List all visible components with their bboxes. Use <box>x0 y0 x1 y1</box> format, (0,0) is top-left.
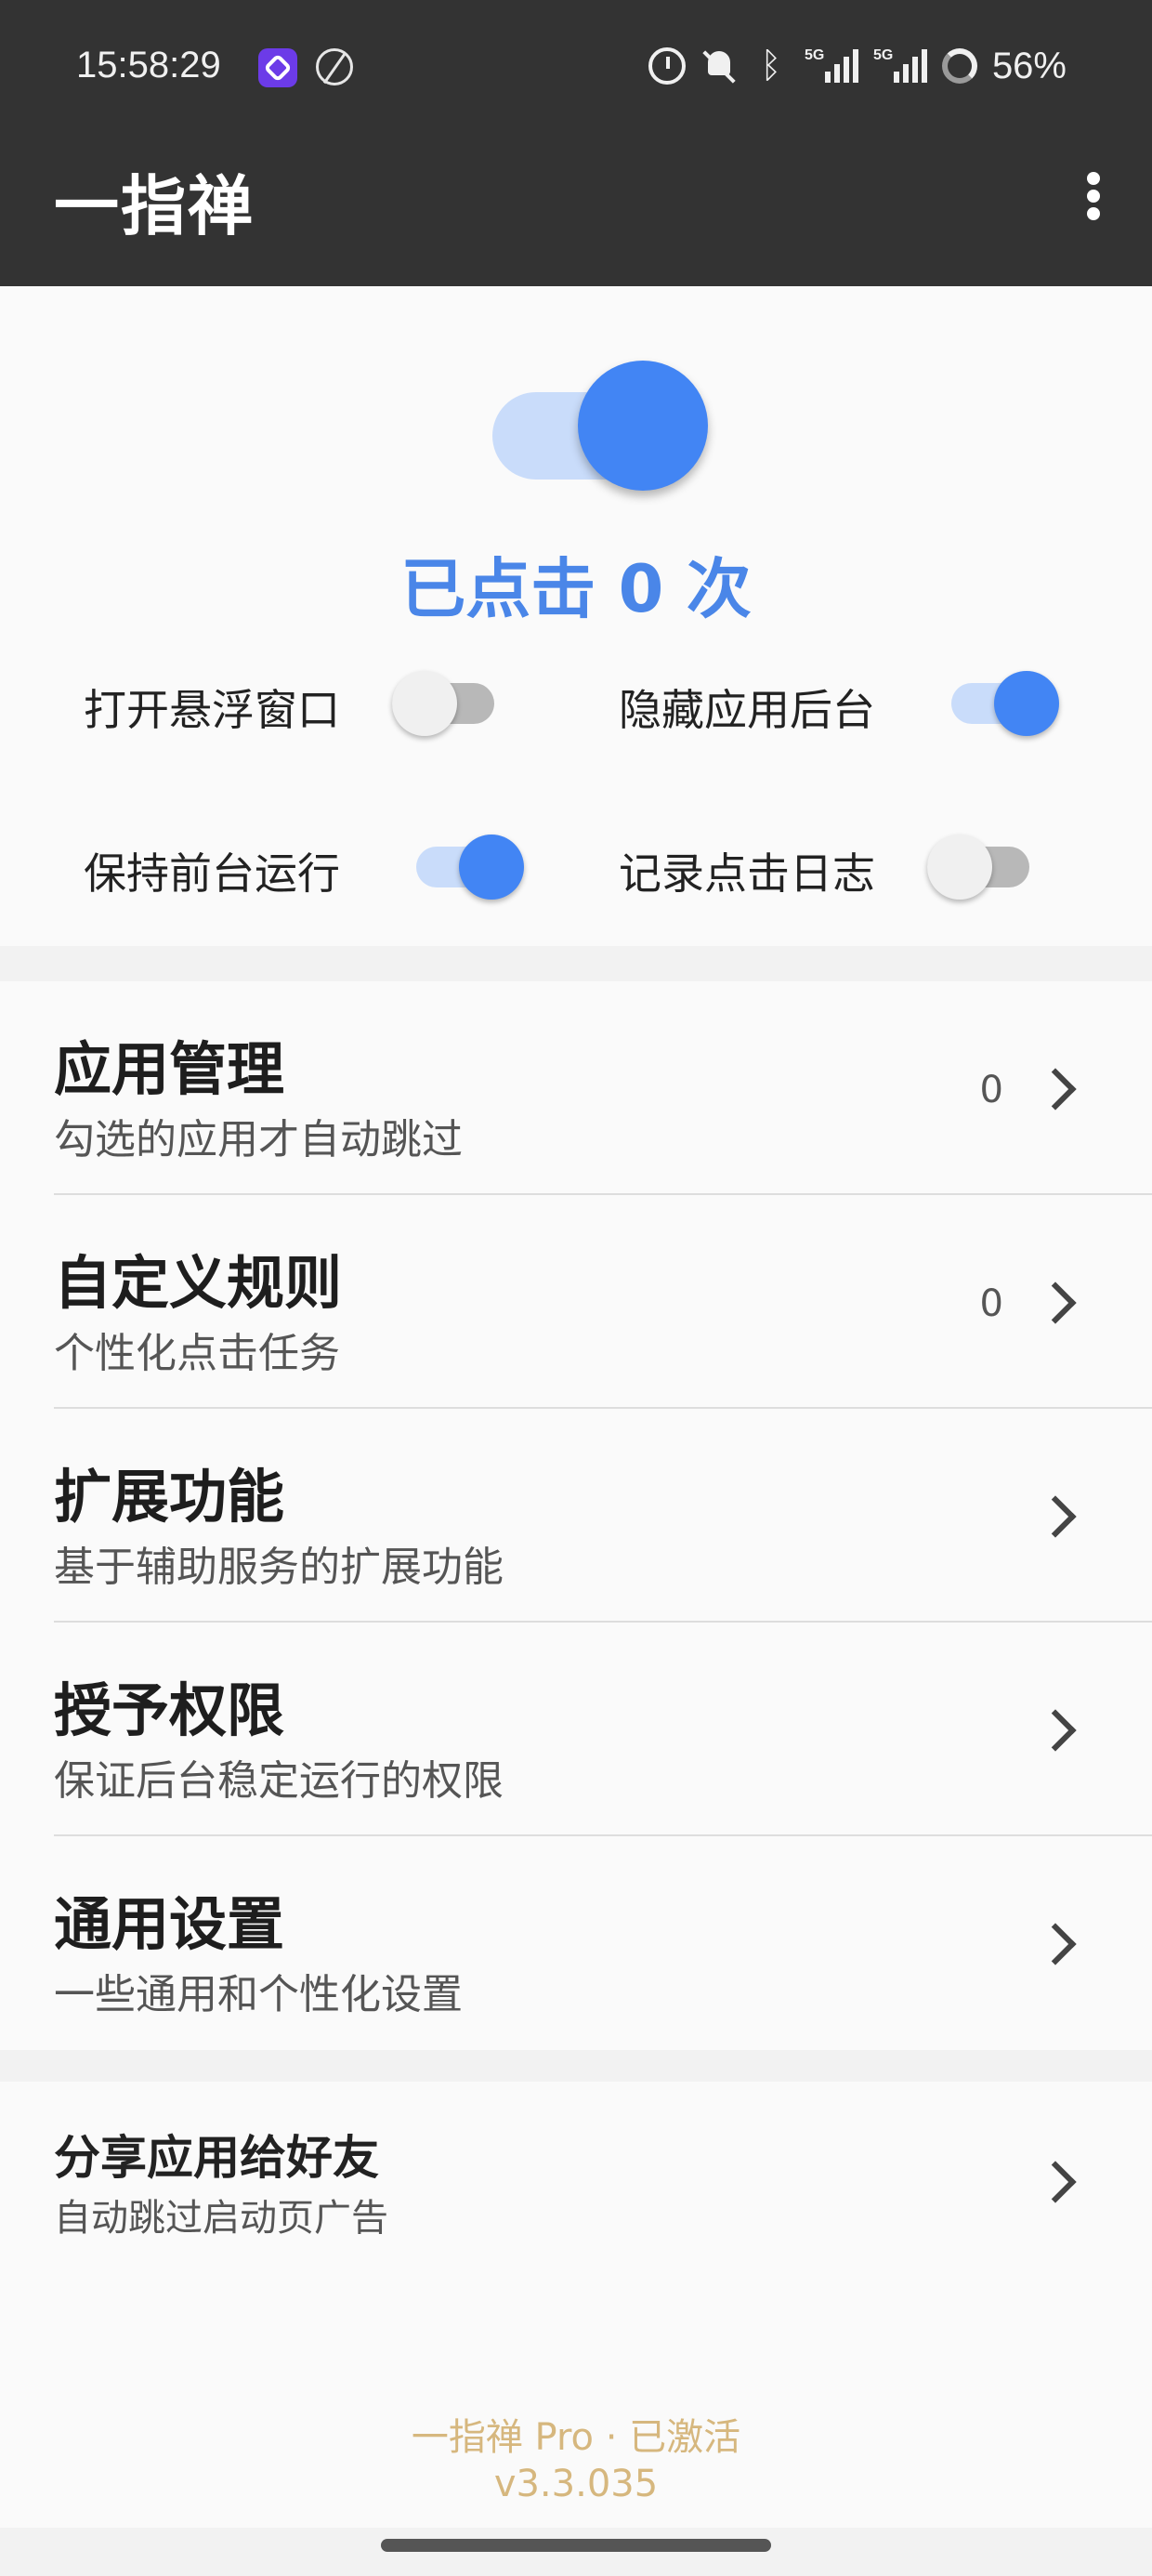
version-text: v3.3.035 <box>493 2463 659 2505</box>
status-icons: ᛒ 5G 5G 56% <box>648 43 1067 89</box>
menu-item-general-settings[interactable]: 通用设置 一些通用和个性化设置 <box>0 1836 1152 2050</box>
service-switch[interactable] <box>492 361 708 491</box>
network-type-2: 5G <box>872 47 894 63</box>
service-switch-thumb <box>578 361 708 491</box>
version-footer: 一指禅 Pro · 已激活 v3.3.035 <box>0 2414 1152 2507</box>
chevron-right-icon <box>1034 2161 1077 2203</box>
chevron-right-icon <box>1034 1281 1077 1324</box>
ad-block-icon <box>316 48 353 85</box>
menu-item-permissions[interactable]: 授予权限 保证后台稳定运行的权限 <box>0 1623 1152 1836</box>
keep-foreground-label: 保持前台运行 <box>84 848 340 899</box>
more-options-icon[interactable] <box>1080 167 1107 223</box>
gesture-nav-handle[interactable] <box>381 2539 771 2552</box>
app-title: 一指禅 <box>54 168 255 244</box>
edition-text: 一指禅 Pro · 已激活 <box>411 2416 741 2459</box>
share-title: 分享应用给好友 <box>54 2131 379 2185</box>
signal-icon-1: 5G <box>805 47 858 85</box>
floating-window-switch[interactable] <box>392 667 504 736</box>
chevron-right-icon <box>1034 1495 1077 1538</box>
settings-menu: 应用管理 勾选的应用才自动跳过 0 自定义规则 个性化点击任务 0 扩展功能 基… <box>0 981 1152 2050</box>
menu-item-extensions[interactable]: 扩展功能 基于辅助服务的扩展功能 <box>0 1409 1152 1623</box>
alarm-icon <box>648 47 686 85</box>
mute-icon <box>700 47 738 85</box>
menu-item-subtitle: 勾选的应用才自动跳过 <box>54 1116 463 1163</box>
menu-item-count: 0 <box>979 1069 1003 1111</box>
menu-item-subtitle: 保证后台稳定运行的权限 <box>54 1757 504 1805</box>
battery-icon <box>941 48 977 84</box>
network-type: 5G <box>804 47 825 63</box>
menu-item-subtitle: 基于辅助服务的扩展功能 <box>54 1544 504 1591</box>
chevron-right-icon <box>1034 1709 1077 1752</box>
chevron-right-icon <box>1034 1068 1077 1111</box>
menu-item-custom-rules[interactable]: 自定义规则 个性化点击任务 0 <box>0 1195 1152 1409</box>
menu-item-title: 自定义规则 <box>54 1249 343 1317</box>
status-bar: 15:58:29 ᛒ 5G 5G 56% <box>0 0 1152 149</box>
chevron-right-icon <box>1034 1923 1077 1965</box>
click-log-label: 记录点击日志 <box>619 848 875 899</box>
menu-item-app-management[interactable]: 应用管理 勾选的应用才自动跳过 0 <box>0 981 1152 1195</box>
menu-item-count: 0 <box>979 1282 1003 1325</box>
app-notification-icon <box>258 48 297 87</box>
menu-item-title: 应用管理 <box>54 1035 285 1103</box>
menu-item-title: 授予权限 <box>54 1676 285 1744</box>
menu-item-title: 扩展功能 <box>54 1463 285 1531</box>
signal-icon-2: 5G <box>873 47 927 85</box>
service-card: 已点击 0 次 打开悬浮窗口 隐藏应用后台 保持前台运行 记录点击日志 <box>0 286 1152 946</box>
status-time: 15:58:29 <box>76 45 221 85</box>
share-subtitle: 自动跳过启动页广告 <box>54 2197 388 2240</box>
hide-recents-switch[interactable] <box>951 667 1063 736</box>
battery-level: 56% <box>991 45 1067 86</box>
hide-recents-label: 隐藏应用后台 <box>619 685 875 735</box>
click-count-text: 已点击 0 次 <box>400 551 752 627</box>
menu-item-subtitle: 个性化点击任务 <box>54 1330 340 1377</box>
menu-item-subtitle: 一些通用和个性化设置 <box>54 1971 463 2018</box>
keep-foreground-switch[interactable] <box>416 831 528 900</box>
menu-item-title: 通用设置 <box>54 1890 285 1958</box>
bluetooth-icon: ᛒ <box>760 46 782 85</box>
click-log-switch[interactable] <box>927 831 1039 900</box>
floating-window-label: 打开悬浮窗口 <box>84 685 340 735</box>
